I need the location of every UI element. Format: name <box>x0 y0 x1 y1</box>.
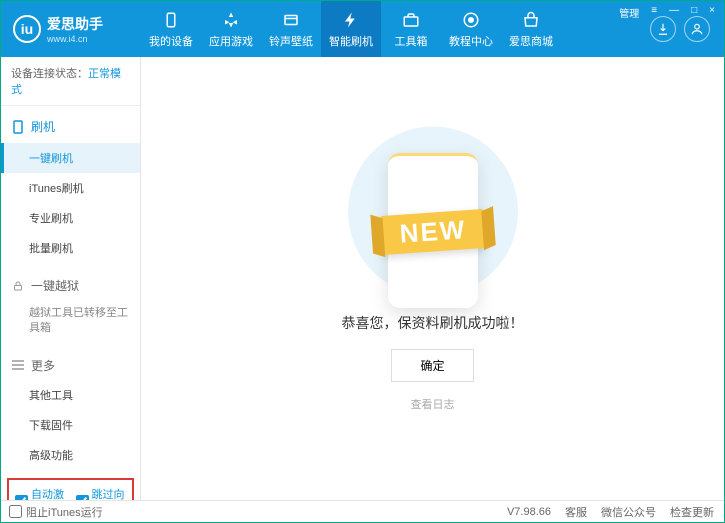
footer: 阻止iTunes运行 V7.98.66 客服 微信公众号 检查更新 <box>1 500 724 522</box>
nav-tab-5[interactable]: 教程中心 <box>441 1 501 57</box>
section-flash[interactable]: 刷机 <box>1 110 140 143</box>
lock-icon <box>11 280 25 292</box>
section-more[interactable]: 更多 <box>1 351 140 380</box>
ringtone-icon <box>280 9 302 31</box>
version-label: V7.98.66 <box>507 506 551 518</box>
more-item-1[interactable]: 下载固件 <box>1 410 140 440</box>
app-title: 爱思助手 <box>47 14 103 34</box>
device-icon <box>160 9 182 31</box>
flash-item-2[interactable]: 专业刷机 <box>1 203 140 233</box>
footer-link-wechat[interactable]: 微信公众号 <box>601 504 656 520</box>
menu-icon <box>11 360 25 370</box>
flash-item-0[interactable]: 一键刷机 <box>1 143 140 173</box>
nav-tab-1[interactable]: 应用游戏 <box>201 1 261 57</box>
apps-icon <box>220 9 242 31</box>
win-control-4[interactable]: × <box>706 5 718 20</box>
phone-icon <box>11 120 25 134</box>
ok-button[interactable]: 确定 <box>391 349 473 382</box>
app-url: www.i4.cn <box>47 34 103 44</box>
store-icon <box>520 9 542 31</box>
jailbreak-note: 越狱工具已转移至工具箱 <box>1 300 140 343</box>
app-header: iu 爱思助手 www.i4.cn 我的设备应用游戏铃声壁纸智能刷机工具箱教程中… <box>1 1 724 57</box>
skip-guide-checkbox[interactable]: 跳过向导 <box>76 486 127 500</box>
flash-item-3[interactable]: 批量刷机 <box>1 233 140 263</box>
nav-tab-4[interactable]: 工具箱 <box>381 1 441 57</box>
main-content: NEW 恭喜您，保资料刷机成功啦！ 确定 查看日志 <box>141 57 724 500</box>
nav-tab-0[interactable]: 我的设备 <box>141 1 201 57</box>
logo-icon: iu <box>13 15 41 43</box>
footer-link-support[interactable]: 客服 <box>565 504 587 520</box>
nav-tab-6[interactable]: 爱思商城 <box>501 1 561 57</box>
win-control-3[interactable]: □ <box>688 5 700 20</box>
nav-tab-3[interactable]: 智能刷机 <box>321 1 381 57</box>
win-control-0[interactable]: 管理 <box>616 5 642 20</box>
view-log-link[interactable]: 查看日志 <box>411 396 455 412</box>
flash-icon <box>340 9 362 31</box>
nav-tab-2[interactable]: 铃声壁纸 <box>261 1 321 57</box>
checkbox-row: 自动激活 跳过向导 <box>7 478 134 500</box>
more-item-0[interactable]: 其他工具 <box>1 380 140 410</box>
win-control-2[interactable]: — <box>666 5 682 20</box>
footer-link-update[interactable]: 检查更新 <box>670 504 714 520</box>
auto-activate-checkbox[interactable]: 自动激活 <box>15 486 66 500</box>
more-item-2[interactable]: 高级功能 <box>1 440 140 470</box>
tutorial-icon <box>460 9 482 31</box>
window-controls: 管理 ≡ — □ × <box>616 5 718 20</box>
success-message: 恭喜您，保资料刷机成功啦！ <box>342 313 524 333</box>
sidebar: 设备连接状态：正常模式 刷机 一键刷机iTunes刷机专业刷机批量刷机 一键越狱… <box>1 57 141 500</box>
section-jailbreak[interactable]: 一键越狱 <box>1 271 140 300</box>
flash-item-1[interactable]: iTunes刷机 <box>1 173 140 203</box>
success-illustration: NEW <box>343 145 523 295</box>
toolbox-icon <box>400 9 422 31</box>
new-banner: NEW <box>380 209 485 255</box>
connection-status: 设备连接状态：正常模式 <box>1 57 140 106</box>
nav-tabs: 我的设备应用游戏铃声壁纸智能刷机工具箱教程中心爱思商城 <box>141 1 636 57</box>
logo-area: iu 爱思助手 www.i4.cn <box>1 14 141 44</box>
block-itunes-checkbox[interactable]: 阻止iTunes运行 <box>9 504 103 520</box>
win-control-1[interactable]: ≡ <box>648 5 660 20</box>
